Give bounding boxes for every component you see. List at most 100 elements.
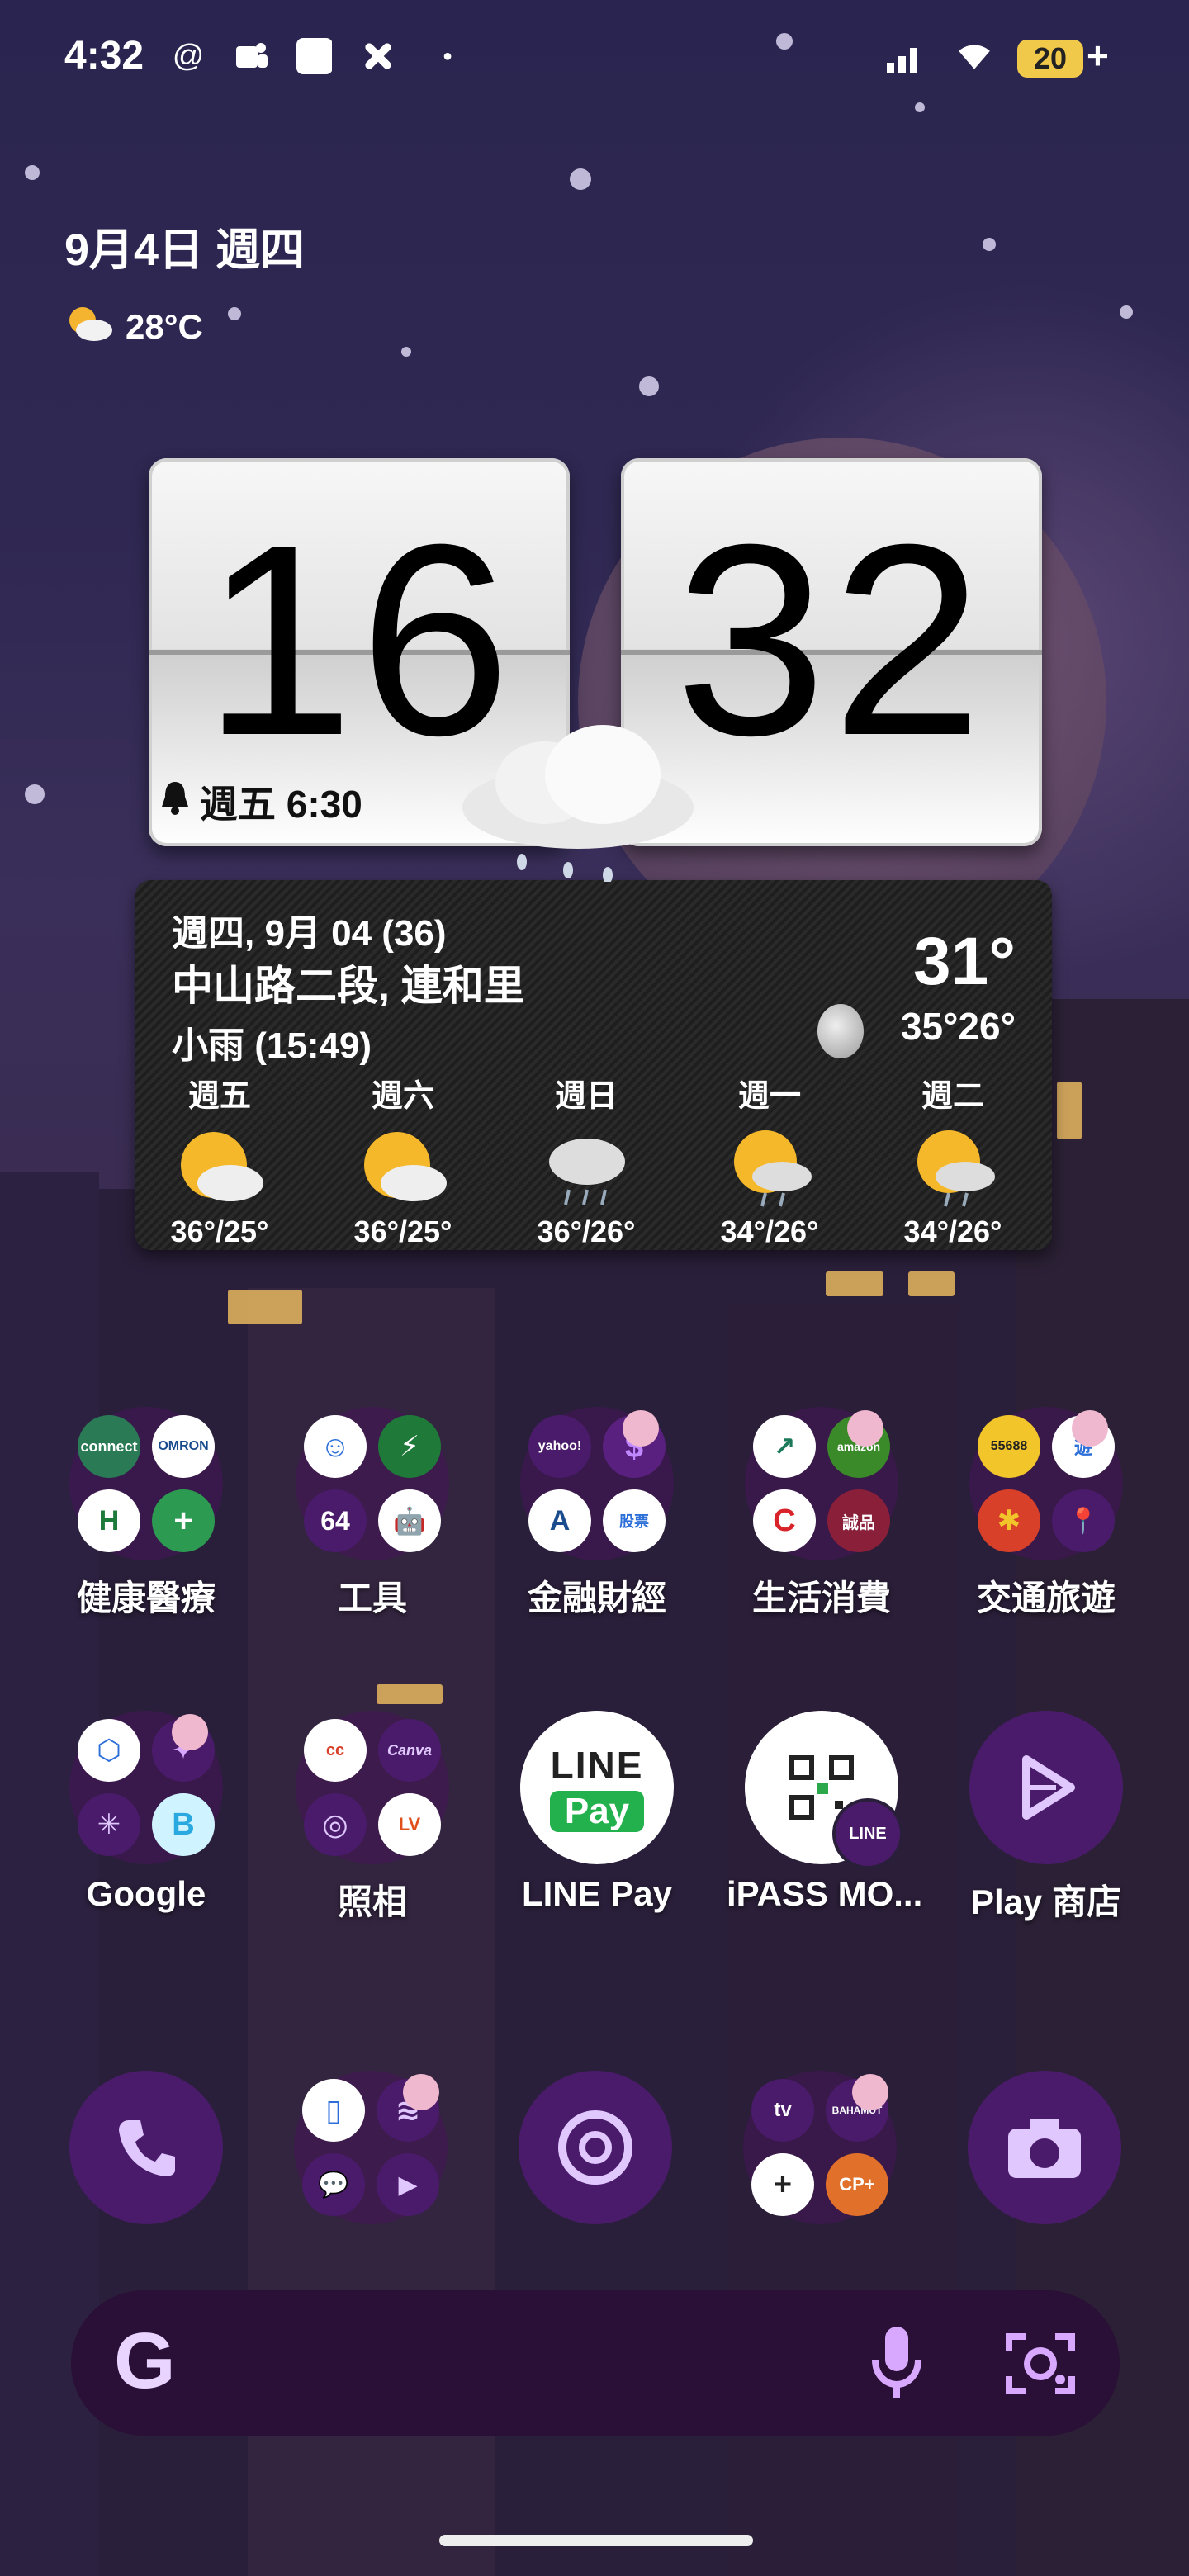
- white-square-icon: [296, 38, 332, 74]
- mini-weather[interactable]: 28°C: [64, 302, 203, 352]
- status-time: 4:32: [64, 34, 144, 78]
- add-icon: +: [751, 2153, 814, 2216]
- moon-phase-icon: [817, 1004, 864, 1058]
- star: [25, 165, 40, 180]
- omron-app-icon: OMRON: [152, 1415, 215, 1478]
- notification-dot: [403, 2074, 439, 2110]
- folder-photos[interactable]: cc Canva ◎ LV 照相: [277, 1711, 467, 1925]
- forecast-temp: 34°/26°: [903, 1215, 1002, 1248]
- b-app-icon: B: [152, 1793, 215, 1856]
- phone-app[interactable]: [69, 2071, 223, 2224]
- forecast-temp: 36°/26°: [537, 1215, 636, 1248]
- notification-dot: [623, 1410, 659, 1447]
- notification-dot: [172, 1714, 208, 1750]
- window-light: [1057, 1082, 1082, 1139]
- folder-finance[interactable]: yahoo! $ A 股票 金融財經: [502, 1407, 692, 1621]
- colorful-app-icon: ✱: [978, 1489, 1040, 1552]
- charging-icon: +: [1087, 34, 1109, 77]
- folder-label: 工具: [337, 1579, 407, 1617]
- app-label: Play 商店: [970, 1882, 1122, 1921]
- slack-icon: [360, 38, 396, 74]
- phone-icon: [69, 2071, 223, 2224]
- app-label: LINE Pay: [521, 1874, 673, 1913]
- app-label: iPASS MO...: [727, 1874, 923, 1913]
- rain-cloud-icon: [541, 1125, 632, 1208]
- weather-widget[interactable]: 週四, 9月 04 (36) 中山路二段, 連和里 小雨 (15:49) 31°…: [135, 880, 1052, 1250]
- battery-icon: 20: [1017, 40, 1083, 78]
- forecast-day: 週六 36°/25°: [329, 1070, 477, 1249]
- folder-label: 金融財經: [527, 1579, 666, 1617]
- weather-condition: 小雨 (15:49): [172, 1025, 372, 1066]
- folder-label: 交通旅遊: [976, 1579, 1116, 1617]
- app-line-pay[interactable]: LINE Pay LINE Pay: [502, 1711, 692, 1914]
- google-cloud-icon: ⬡: [78, 1719, 140, 1782]
- folder-shopping[interactable]: ↗ amazon C 誠品 生活消費: [727, 1407, 917, 1621]
- alarm-text: 週五 6:30: [200, 783, 362, 826]
- chrome-app[interactable]: [519, 2071, 672, 2224]
- folder-health[interactable]: connect OMRON H + 健康醫療: [51, 1407, 241, 1621]
- forecast-temp: 34°/26°: [720, 1215, 819, 1248]
- google-search-bar[interactable]: G: [71, 2290, 1120, 2436]
- mic-icon[interactable]: [864, 2322, 930, 2408]
- sun-cloud-icon: [64, 302, 114, 352]
- discord-icon: 💬: [302, 2153, 365, 2216]
- dot-icon: ●: [442, 46, 453, 65]
- app-ipass-money[interactable]: LINE iPASS MO...: [727, 1711, 923, 1914]
- video-app-icon: ▶: [377, 2153, 439, 2216]
- lens-icon[interactable]: [1001, 2327, 1080, 2405]
- forecast-day-label: 週六: [371, 1079, 434, 1114]
- window-light: [826, 1271, 883, 1296]
- weather-current-temp: 31°: [912, 924, 1016, 999]
- android-app-icon: 🤖: [378, 1489, 441, 1552]
- taxi-app-icon: 55688: [978, 1415, 1040, 1478]
- folder-google[interactable]: ⬡ ✦ ✳ B Google: [51, 1711, 241, 1914]
- notification-dot: [847, 1410, 883, 1447]
- weather-hi-lo: 35°26°: [900, 1005, 1016, 1048]
- folder-travel[interactable]: 55688 遊 ✱ 📍 交通旅遊: [951, 1407, 1141, 1621]
- window-light: [377, 1684, 443, 1704]
- forecast-day: 週五 36°/25°: [145, 1070, 294, 1249]
- window-light: [228, 1290, 302, 1324]
- yahoo-stock-icon: yahoo!: [528, 1415, 591, 1478]
- window-light: [908, 1271, 955, 1296]
- forecast-day: 週日 36°/26°: [512, 1070, 661, 1249]
- door-app-icon: ▯: [302, 2079, 365, 2142]
- c-app-icon: C: [753, 1489, 816, 1552]
- notification-dot: [852, 2074, 888, 2110]
- bell-icon: [159, 779, 192, 824]
- mini-weather-temp: 28°C: [126, 307, 203, 346]
- star: [25, 784, 45, 804]
- gesture-bar[interactable]: [439, 2535, 753, 2546]
- dock-folder-media[interactable]: tv BAHAMUT + CP+: [743, 2071, 897, 2224]
- app-play-store[interactable]: Play 商店: [951, 1711, 1141, 1925]
- forecast-day-label: 週日: [554, 1079, 618, 1114]
- folder-icon: ☺ ⚡ 64 🤖: [296, 1407, 449, 1560]
- next-alarm[interactable]: 週五 6:30: [159, 774, 362, 829]
- home-date[interactable]: 9月4日 週四: [64, 213, 305, 278]
- line-badge: LINE: [832, 1798, 903, 1869]
- folder-tools[interactable]: ☺ ⚡ 64 🤖 工具: [277, 1407, 467, 1621]
- sun-cloud-icon: [358, 1125, 448, 1208]
- status-bar: 4:32 @ ● 20 +: [0, 0, 1189, 116]
- eslite-app-icon: 誠品: [827, 1489, 890, 1552]
- notification-dot: [1072, 1410, 1108, 1447]
- forecast-day-label: 週五: [187, 1079, 251, 1114]
- dock-folder-apps[interactable]: ▯ ≋ 💬 ▶: [294, 2071, 448, 2224]
- camera-app[interactable]: [968, 2071, 1121, 2224]
- connect-app-icon: connect: [78, 1415, 140, 1478]
- sun-rain-icon: [907, 1125, 998, 1208]
- folder-label: 生活消費: [751, 1579, 891, 1617]
- sun-rain-icon: [724, 1125, 815, 1208]
- star: [983, 238, 996, 251]
- battery-app-icon: ⚡: [378, 1415, 441, 1478]
- play-store-icon: [969, 1711, 1123, 1864]
- camera-icon: [968, 2071, 1121, 2224]
- line-pay-bottom-text: Pay: [549, 1791, 645, 1832]
- pinwheel-icon: ✳: [78, 1793, 140, 1856]
- chrome-icon: [519, 2071, 672, 2224]
- google-logo[interactable]: G: [114, 2320, 176, 2403]
- folder-label: 健康醫療: [76, 1579, 216, 1617]
- star: [639, 376, 659, 396]
- hospital-app-icon: H: [78, 1489, 140, 1552]
- number-64-icon: 64: [304, 1489, 367, 1552]
